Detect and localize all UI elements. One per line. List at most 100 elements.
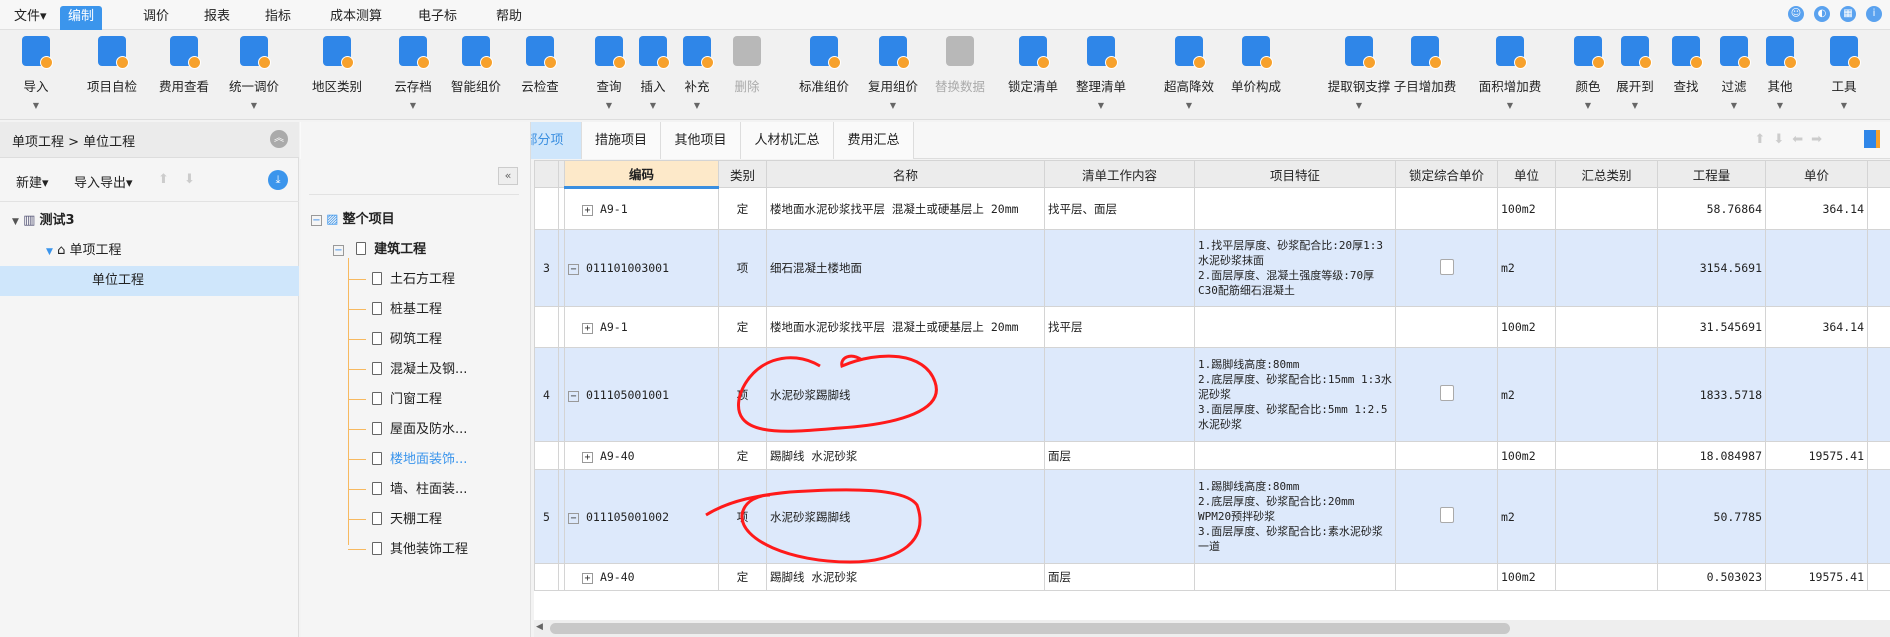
tree-item-unit[interactable]: 单位工程 bbox=[0, 266, 299, 296]
toolbar-button-1[interactable]: 项目自检 bbox=[77, 34, 147, 111]
table-row[interactable]: + A9-1 定楼地面水泥砂浆找平层 混凝土或硬基层上 20mm 找平层、面层 100… bbox=[534, 187, 1890, 230]
toolbar-button-18[interactable]: 单价构成 bbox=[1221, 34, 1291, 111]
toolbar-button-3[interactable]: 统一调价 ▼ bbox=[219, 34, 289, 111]
column-header[interactable]: 工程量 bbox=[1657, 160, 1766, 188]
tree-node[interactable]: 混凝土及钢... bbox=[348, 358, 467, 382]
settings-icon[interactable] bbox=[1864, 130, 1880, 148]
dropdown-arrow-icon[interactable]: ▼ bbox=[1475, 101, 1545, 111]
dropdown-arrow-icon[interactable]: ▼ bbox=[1, 101, 71, 111]
lock-checkbox[interactable] bbox=[1439, 258, 1454, 275]
expand-icon[interactable]: + bbox=[582, 451, 593, 463]
dropdown-arrow-icon[interactable] bbox=[998, 101, 1068, 111]
dropdown-arrow-icon[interactable] bbox=[149, 101, 219, 111]
column-header[interactable] bbox=[534, 160, 559, 188]
toolbar-button-2[interactable]: 费用查看 bbox=[149, 34, 219, 111]
new-button[interactable]: 新建▾ bbox=[16, 172, 49, 191]
tree-node[interactable]: 天棚工程 bbox=[348, 508, 442, 532]
dropdown-arrow-icon[interactable]: ▼ bbox=[1745, 101, 1815, 111]
dropdown-arrow-icon[interactable]: ▼ bbox=[858, 101, 928, 111]
dropdown-arrow-icon[interactable]: ▼ bbox=[219, 101, 289, 111]
column-header[interactable]: 单位 bbox=[1497, 160, 1556, 188]
column-header[interactable]: 清单工作内容 bbox=[1044, 160, 1195, 188]
tree-node[interactable]: 门窗工程 bbox=[348, 388, 442, 412]
tree-node[interactable]: 砌筑工程 bbox=[348, 328, 442, 352]
table-row[interactable]: 5− 011105001002 项水泥砂浆踢脚线 1.踢脚线高度:80mm 2.底层… bbox=[534, 469, 1890, 564]
collapse-icon[interactable]: − bbox=[568, 390, 579, 402]
collapse-icon[interactable]: − bbox=[311, 215, 322, 226]
dropdown-arrow-icon[interactable] bbox=[77, 101, 147, 111]
table-row[interactable]: + A9-1 定楼地面水泥砂浆找平层 混凝土或硬基层上 20mm 找平层 100m2 3… bbox=[534, 306, 1890, 348]
tree-node-building[interactable]: − 建筑工程 bbox=[333, 238, 426, 262]
tree-root[interactable]: − ▨ 整个项目 bbox=[311, 208, 395, 232]
toolbar-button-21[interactable]: 面积增加费 ▼ bbox=[1475, 34, 1545, 111]
dropdown-arrow-icon[interactable] bbox=[925, 101, 995, 111]
dropdown-arrow-icon[interactable]: ▼ bbox=[1066, 101, 1136, 111]
menu-6[interactable]: 电子标 bbox=[410, 6, 465, 30]
apps-icon[interactable]: ▦ bbox=[1840, 6, 1856, 22]
toolbar-button-15[interactable]: 锁定清单 bbox=[998, 34, 1068, 111]
menu-4[interactable]: 指标 bbox=[257, 6, 299, 30]
tree-node[interactable]: 其他装饰工程 bbox=[348, 538, 468, 562]
nav-arrows-icon[interactable]: ⬆⬇⬅➡ bbox=[1754, 132, 1830, 147]
collapse-up-icon[interactable]: ︽ bbox=[270, 130, 288, 148]
tree-item-single[interactable]: ▼ ⌂ 单项工程 bbox=[0, 236, 299, 266]
menu-3[interactable]: 报表 bbox=[196, 6, 238, 30]
menu-1[interactable]: 编制 bbox=[60, 6, 103, 30]
toolbar-button-26[interactable]: 其他 ▼ bbox=[1745, 34, 1815, 111]
menu-7[interactable]: 帮助 bbox=[488, 6, 530, 30]
expand-arrow-icon[interactable]: ▼ bbox=[12, 217, 19, 227]
collapse-icon[interactable]: − bbox=[568, 264, 579, 275]
tree-item-project[interactable]: ▼ ▥ 测试3 bbox=[0, 206, 299, 236]
table-row[interactable]: 3− 011101003001 项细石混凝土楼地面 1.找平层厚度、砂浆配合比:20… bbox=[534, 229, 1890, 307]
toolbar-button-12[interactable]: 标准组价 bbox=[789, 34, 859, 111]
column-header[interactable]: 锁定综合单价 bbox=[1395, 160, 1498, 188]
tab-4[interactable]: 其他项目 bbox=[661, 122, 741, 159]
dropdown-arrow-icon[interactable]: ▼ bbox=[1809, 101, 1879, 111]
dropdown-arrow-icon[interactable]: ▼ bbox=[1324, 101, 1394, 111]
tab-5[interactable]: 人材机汇总 bbox=[741, 122, 834, 159]
headset-icon[interactable]: ◐ bbox=[1814, 6, 1830, 22]
tree-node[interactable]: 墙、柱面装... bbox=[348, 478, 467, 502]
table-row[interactable]: + A9-40 定踢脚线 水泥砂浆 面层 100m2 18.084987 19575.41 bbox=[534, 441, 1890, 470]
lock-checkbox[interactable] bbox=[1439, 385, 1454, 401]
dropdown-arrow-icon[interactable] bbox=[302, 101, 372, 111]
table-row[interactable]: + A9-40 定踢脚线 水泥砂浆 面层 100m2 0.503023 19575.41 bbox=[534, 563, 1890, 591]
column-header[interactable]: 项目特征 bbox=[1194, 160, 1396, 188]
toolbar-button-5[interactable]: 云存档 ▼ bbox=[378, 34, 448, 111]
column-header[interactable] bbox=[1867, 160, 1890, 188]
tab-6[interactable]: 费用汇总 bbox=[834, 122, 914, 159]
dropdown-arrow-icon[interactable] bbox=[712, 101, 782, 111]
toolbar-button-11[interactable]: 删除 bbox=[712, 34, 782, 111]
menu-0[interactable]: 文件▾ bbox=[6, 6, 55, 30]
horizontal-scrollbar[interactable]: ◀ bbox=[534, 620, 1890, 637]
dropdown-arrow-icon[interactable]: ▼ bbox=[378, 101, 448, 111]
column-header[interactable]: 编码 bbox=[564, 160, 719, 189]
tree-node[interactable]: 桩基工程 bbox=[348, 298, 442, 322]
toolbar-button-19[interactable]: 提取钢支撑 ▼ bbox=[1324, 34, 1394, 111]
expand-icon[interactable]: + bbox=[582, 205, 593, 216]
toolbar-button-14[interactable]: 替换数据 bbox=[925, 34, 995, 111]
toolbar-button-17[interactable]: 超高降效 ▼ bbox=[1154, 34, 1224, 111]
tree-node[interactable]: 楼地面装饰... bbox=[348, 448, 467, 472]
dropdown-arrow-icon[interactable] bbox=[1221, 101, 1291, 111]
import-export-button[interactable]: 导入导出▾ bbox=[74, 172, 133, 191]
move-down-icon[interactable]: ⬇ bbox=[184, 172, 195, 187]
menu-2[interactable]: 调价 bbox=[135, 6, 177, 30]
column-header[interactable]: 类别 bbox=[718, 160, 767, 188]
table-row[interactable]: 4− 011105001001 项水泥砂浆踢脚线 1.踢脚线高度:80mm 2.底层… bbox=[534, 347, 1890, 442]
expand-icon[interactable]: + bbox=[582, 323, 593, 334]
menu-5[interactable]: 成本测算 bbox=[322, 6, 390, 30]
toolbar-button-16[interactable]: 整理清单 ▼ bbox=[1066, 34, 1136, 111]
info-icon[interactable]: i bbox=[1866, 6, 1882, 22]
toolbar-button-27[interactable]: 工具 ▼ bbox=[1809, 34, 1879, 111]
expand-arrow-icon[interactable]: ▼ bbox=[46, 247, 53, 257]
download-icon[interactable]: ⤓ bbox=[268, 170, 288, 190]
dropdown-arrow-icon[interactable] bbox=[441, 101, 511, 111]
toolbar-button-7[interactable]: 云检查 bbox=[505, 34, 575, 111]
dropdown-arrow-icon[interactable] bbox=[1390, 101, 1460, 111]
dropdown-arrow-icon[interactable] bbox=[789, 101, 859, 111]
tab-3[interactable]: 措施项目 bbox=[582, 122, 661, 159]
dropdown-arrow-icon[interactable] bbox=[505, 101, 575, 111]
move-up-icon[interactable]: ⬆ bbox=[158, 172, 169, 187]
tree-node[interactable]: 屋面及防水... bbox=[348, 418, 467, 442]
